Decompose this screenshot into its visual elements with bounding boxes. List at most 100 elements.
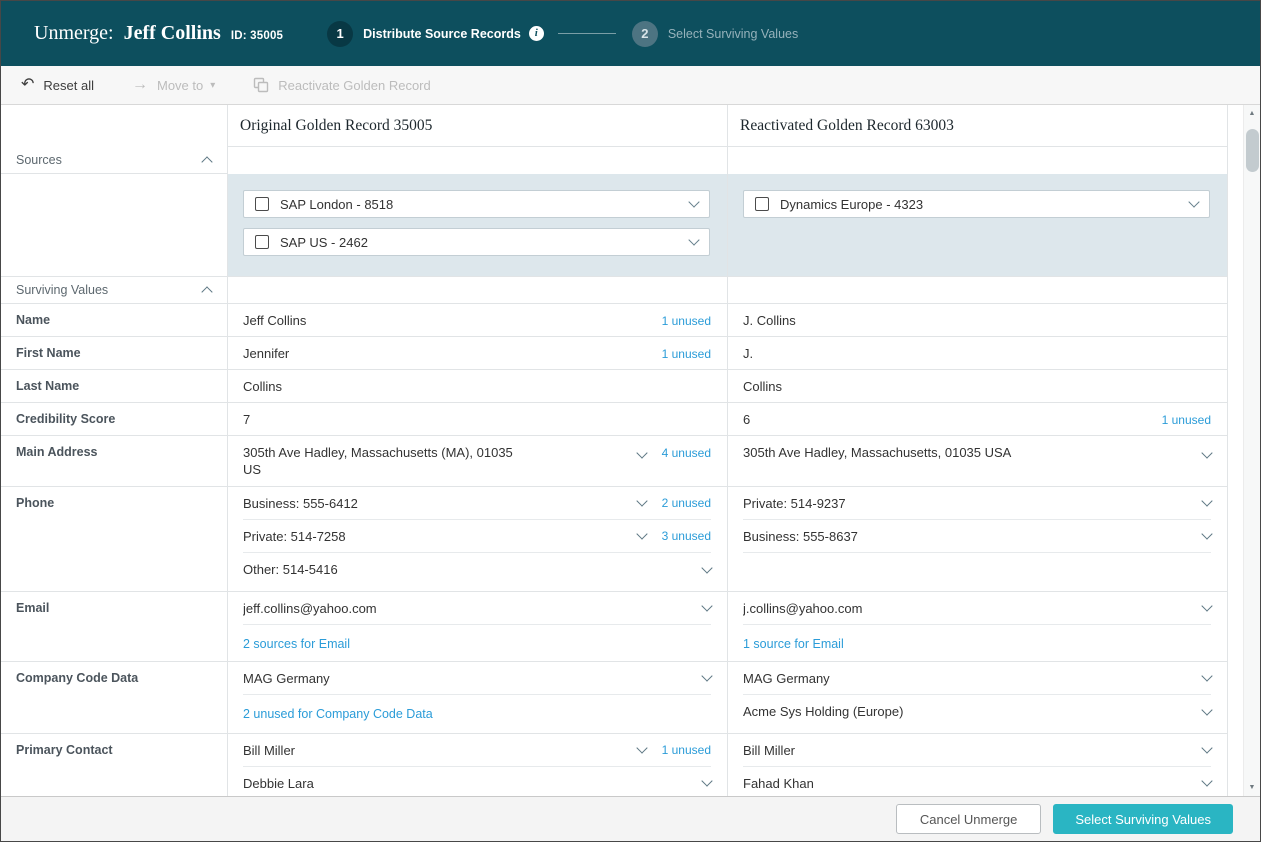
source-for-email-link[interactable]: 1 source for Email <box>743 637 844 651</box>
step-1-distribute-source-records[interactable]: 1 Distribute Source Records i <box>327 21 544 47</box>
value-row: MAG Germany <box>743 662 1211 695</box>
scroll-up-button[interactable]: ▲ <box>1244 105 1260 122</box>
source-dropdown-label: Dynamics Europe - 4323 <box>780 197 1190 212</box>
reset-all-button[interactable]: ↶ Reset all <box>21 77 94 93</box>
right-column-header: Reactivated Golden Record 63003 <box>728 105 1228 147</box>
field-label: Name <box>1 304 228 336</box>
value-text: Business: 555-8637 <box>743 529 1191 544</box>
checkbox[interactable] <box>255 235 269 249</box>
chevron-down-icon[interactable] <box>701 562 712 573</box>
move-to-label: Move to <box>157 78 203 93</box>
value-text: 305th Ave Hadley, Massachusetts (MA), 01… <box>243 444 626 478</box>
sources-section-row: Sources <box>1 147 1228 174</box>
chevron-down-icon[interactable] <box>1201 600 1212 611</box>
unmerge-window: Unmerge: Jeff Collins ID: 35005 1 Distri… <box>0 0 1261 842</box>
chevron-down-icon[interactable] <box>1201 670 1212 681</box>
scrollbar-track[interactable] <box>1244 122 1260 779</box>
scrollbar-thumb[interactable] <box>1246 129 1259 172</box>
checkbox[interactable] <box>755 197 769 211</box>
value-text: 6 <box>743 412 1146 427</box>
move-to-button[interactable]: → Move to ▾ <box>132 77 215 93</box>
value-text: 7 <box>243 412 711 427</box>
source-dropdown-dynamics-europe[interactable]: Dynamics Europe - 4323 <box>743 190 1210 218</box>
value-text: Fahad Khan <box>743 776 1191 791</box>
unused-for-company-code-data-link[interactable]: 2 unused for Company Code Data <box>243 707 433 721</box>
left-column-header: Original Golden Record 35005 <box>228 105 728 147</box>
value-text: Business: 555-6412 <box>243 496 626 511</box>
value-row: Jeff Collins 1 unused <box>243 304 711 336</box>
value-text: Jennifer <box>243 346 646 361</box>
value-row: Private: 514-7258 3 unused <box>243 520 711 553</box>
unused-count[interactable]: 4 unused <box>662 446 711 460</box>
surviving-values-section-row: Surviving Values <box>1 276 1228 304</box>
chevron-down-icon[interactable] <box>701 775 712 786</box>
step-2-circle: 2 <box>632 21 658 47</box>
footer-bar: Cancel Unmerge Select Surviving Values <box>1 796 1260 841</box>
chevron-down-icon[interactable] <box>636 528 647 539</box>
step-2-label: Select Surviving Values <box>668 27 798 41</box>
field-row-phone: Phone Business: 555-6412 2 unused Privat… <box>1 487 1228 592</box>
chevron-down-icon[interactable] <box>1201 742 1212 753</box>
value-row: J. Collins <box>743 304 1211 336</box>
unused-count[interactable]: 2 unused <box>662 496 711 510</box>
value-row: Jennifer 1 unused <box>243 337 711 369</box>
action-toolbar: ↶ Reset all → Move to ▾ Reactivate Golde… <box>1 66 1260 105</box>
unused-count[interactable]: 1 unused <box>1162 413 1211 427</box>
value-text: MAG Germany <box>743 671 1191 686</box>
value-row: 7 <box>243 403 711 435</box>
value-row: Fahad Khan <box>743 767 1211 796</box>
title-prefix: Unmerge: <box>34 22 114 45</box>
source-dropdown-sap-london[interactable]: SAP London - 8518 <box>243 190 710 218</box>
source-dropdown-sap-us[interactable]: SAP US - 2462 <box>243 228 710 256</box>
field-row-name: Name Jeff Collins 1 unused J. Collins <box>1 304 1228 337</box>
chevron-down-icon[interactable] <box>701 670 712 681</box>
chevron-down-icon[interactable] <box>1201 447 1212 458</box>
surviving-values-section-toggle[interactable]: Surviving Values <box>1 277 228 303</box>
value-text: Other: 514-5416 <box>243 562 691 577</box>
value-row: Collins <box>743 370 1211 402</box>
unused-count[interactable]: 1 unused <box>662 347 711 361</box>
chevron-up-icon <box>201 156 212 167</box>
reactivate-golden-record-button[interactable]: Reactivate Golden Record <box>253 77 430 93</box>
value-row: Private: 514-9237 <box>743 487 1211 520</box>
chevron-down-icon <box>1188 196 1199 207</box>
field-label: Company Code Data <box>1 662 228 733</box>
step-2-select-surviving-values[interactable]: 2 Select Surviving Values <box>632 21 798 47</box>
sources-row: SAP London - 8518 SAP US - 2462 Dynamics… <box>1 174 1228 276</box>
value-text: Private: 514-7258 <box>243 529 626 544</box>
field-label: Last Name <box>1 370 228 402</box>
value-text: Debbie Lara <box>243 776 691 791</box>
value-row: Bill Miller <box>743 734 1211 767</box>
scroll-down-button[interactable]: ▼ <box>1244 779 1260 796</box>
checkbox[interactable] <box>255 197 269 211</box>
record-id: ID: 35005 <box>231 30 283 42</box>
chevron-down-icon[interactable] <box>1201 704 1212 715</box>
reset-all-label: Reset all <box>43 78 94 93</box>
app-header: Unmerge: Jeff Collins ID: 35005 1 Distri… <box>1 1 1260 66</box>
chevron-down-icon[interactable] <box>636 742 647 753</box>
chevron-down-icon[interactable] <box>636 447 647 458</box>
chevron-down-icon[interactable] <box>1201 495 1212 506</box>
unused-count[interactable]: 3 unused <box>662 529 711 543</box>
field-label: Main Address <box>1 436 228 486</box>
chevron-down-icon[interactable] <box>1201 528 1212 539</box>
unused-count[interactable]: 1 unused <box>662 743 711 757</box>
unused-count[interactable]: 1 unused <box>662 314 711 328</box>
field-label: Email <box>1 592 228 661</box>
sources-section-toggle[interactable]: Sources <box>1 147 228 174</box>
chevron-down-icon[interactable] <box>1201 775 1212 786</box>
cancel-unmerge-button[interactable]: Cancel Unmerge <box>896 804 1042 834</box>
sources-for-email-link[interactable]: 2 sources for Email <box>243 637 350 651</box>
chevron-down-icon[interactable] <box>701 600 712 611</box>
value-text: Acme Sys Holding (Europe) <box>743 704 1191 719</box>
value-row: Other: 514-5416 <box>243 553 711 586</box>
value-text: J. Collins <box>743 313 1211 328</box>
select-surviving-values-button[interactable]: Select Surviving Values <box>1053 804 1233 834</box>
field-label: Primary Contact <box>1 734 228 796</box>
value-row: MAG Germany <box>243 662 711 695</box>
value-text: MAG Germany <box>243 671 691 686</box>
vertical-scrollbar[interactable]: ▲ ▼ <box>1243 105 1260 796</box>
info-icon[interactable]: i <box>529 26 544 41</box>
value-row: Bill Miller 1 unused <box>243 734 711 767</box>
chevron-down-icon[interactable] <box>636 495 647 506</box>
